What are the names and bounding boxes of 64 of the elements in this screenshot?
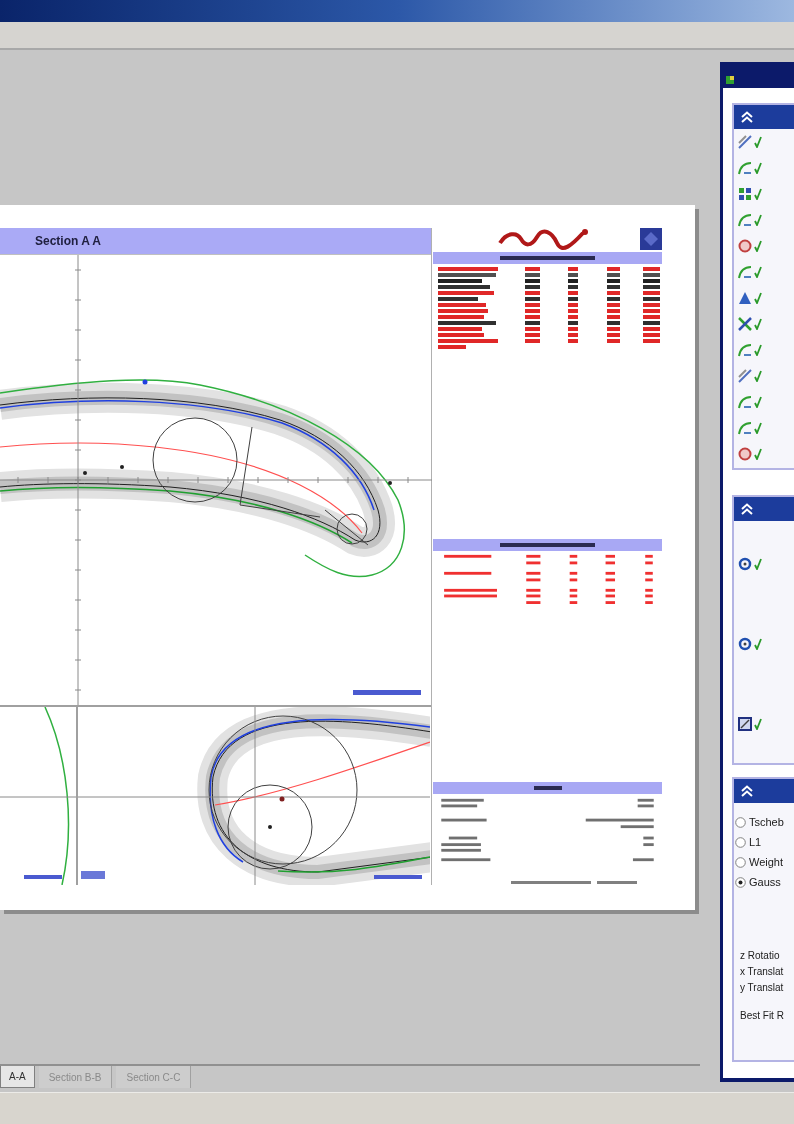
circle-icon[interactable] <box>738 447 752 461</box>
chord-line <box>324 509 369 546</box>
check-icon[interactable] <box>754 448 762 460</box>
check-icon[interactable] <box>754 318 762 330</box>
check-icon[interactable] <box>754 292 762 304</box>
check-icon[interactable] <box>754 370 762 382</box>
point-marker <box>279 796 285 802</box>
radio-option[interactable]: Tscheb <box>734 812 794 832</box>
triangle-icon[interactable] <box>738 291 752 305</box>
blurred-label-drawing <box>81 871 105 879</box>
point-marker <box>268 825 272 829</box>
grid-icon[interactable] <box>738 187 752 201</box>
blurred-label-drawing <box>374 875 422 879</box>
radio-option[interactable]: L1 <box>734 832 794 852</box>
frame-icon[interactable] <box>738 717 752 731</box>
slanted-lines-icon[interactable] <box>738 135 752 149</box>
check-icon[interactable] <box>754 638 762 650</box>
check-icon[interactable] <box>754 344 762 356</box>
emblem-icon <box>640 228 662 251</box>
curve-icon[interactable] <box>738 213 752 227</box>
radio-icon[interactable] <box>735 816 746 828</box>
check-icon[interactable] <box>754 718 762 730</box>
fit-parameter-label: x Translat <box>740 965 785 979</box>
curve-icon[interactable] <box>738 421 752 435</box>
check-icon[interactable] <box>754 266 762 278</box>
blurred-label-drawing <box>24 875 62 879</box>
check-icon[interactable] <box>754 396 762 408</box>
circle-icon[interactable] <box>738 239 752 253</box>
radio-option[interactable]: Weight <box>734 852 794 872</box>
best-fit-label: Best Fit R <box>739 1009 785 1023</box>
blurred-label-drawing <box>353 690 421 695</box>
tab[interactable]: A-A <box>0 1066 35 1088</box>
fit-parameter-label: z Rotatio <box>740 949 781 963</box>
app-icon <box>726 76 734 84</box>
check-icon[interactable] <box>754 188 762 200</box>
blurred-heading-drawing <box>533 785 562 790</box>
inscribed-circle <box>336 513 368 545</box>
ring-icon[interactable] <box>738 557 752 571</box>
slanted-lines-icon[interactable] <box>738 369 752 383</box>
curve-icon[interactable] <box>738 395 752 409</box>
check-icon[interactable] <box>754 422 762 434</box>
radio-icon[interactable] <box>735 836 746 848</box>
radio-option[interactable]: Gauss <box>734 872 794 892</box>
fit-parameter-label: y Translat <box>740 981 785 995</box>
collapse-chevron-icon[interactable] <box>740 503 754 515</box>
cross-icon[interactable] <box>738 317 752 331</box>
collapse-chevron-icon[interactable] <box>740 111 754 123</box>
radio-icon[interactable] <box>735 876 746 888</box>
collapse-chevron-icon[interactable] <box>740 785 754 797</box>
point-marker <box>388 481 392 485</box>
point-marker <box>83 471 87 475</box>
check-icon[interactable] <box>754 558 762 570</box>
check-icon[interactable] <box>754 162 762 174</box>
check-icon[interactable] <box>754 240 762 252</box>
curve-icon[interactable] <box>738 161 752 175</box>
radio-icon[interactable] <box>735 856 746 868</box>
curve-icon[interactable] <box>738 343 752 357</box>
point-marker <box>142 379 148 385</box>
section-title: Section A A <box>35 233 101 250</box>
point-marker <box>120 465 124 469</box>
check-icon[interactable] <box>754 214 762 226</box>
check-icon[interactable] <box>754 136 762 148</box>
ring-icon[interactable] <box>738 637 752 651</box>
curve-icon[interactable] <box>738 265 752 279</box>
